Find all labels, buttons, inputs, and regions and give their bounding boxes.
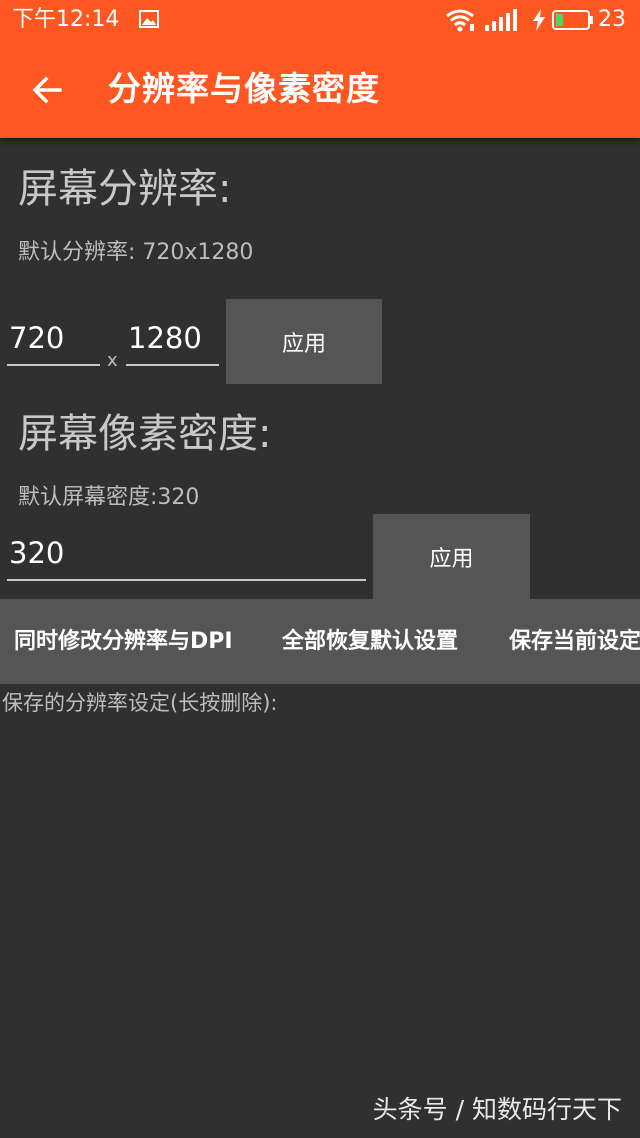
modify-both-button[interactable]: 同时修改分辨率与DPI bbox=[14, 599, 233, 684]
charging-bolt-icon bbox=[533, 9, 545, 31]
status-bar: 下午12:14 23 bbox=[0, 0, 640, 40]
watermark-text: 头条号 / 知数码行天下 bbox=[372, 1095, 622, 1124]
apply-density-button[interactable]: 应用 bbox=[373, 514, 530, 599]
width-input[interactable]: 720 bbox=[7, 316, 100, 366]
height-input[interactable]: 1280 bbox=[126, 316, 219, 366]
resolution-separator: x bbox=[107, 350, 118, 371]
signal-icon bbox=[485, 9, 517, 31]
default-resolution-hint: 默认分辨率: 720x1280 bbox=[18, 240, 254, 265]
density-section-title: 屏幕像素密度: bbox=[18, 411, 272, 457]
resolution-section-title: 屏幕分辨率: bbox=[18, 166, 232, 212]
page-title: 分辨率与像素密度 bbox=[108, 69, 380, 108]
saved-settings-label: 保存的分辨率设定(长按删除): bbox=[2, 691, 278, 715]
save-current-button[interactable]: 保存当前设定 bbox=[509, 599, 640, 684]
app-bar: 分辨率与像素密度 bbox=[0, 40, 640, 138]
apply-resolution-button[interactable]: 应用 bbox=[226, 299, 382, 384]
status-time: 下午12:14 bbox=[12, 7, 120, 32]
battery-level: 23 bbox=[598, 7, 626, 32]
battery-icon bbox=[552, 10, 593, 30]
top-bar: 下午12:14 23 分辨率与像素密度 bbox=[0, 0, 640, 138]
restore-defaults-button[interactable]: 全部恢复默认设置 bbox=[282, 599, 458, 684]
density-input[interactable]: 320 bbox=[7, 531, 366, 581]
default-density-hint: 默认屏幕密度:320 bbox=[18, 485, 200, 510]
back-arrow-icon[interactable] bbox=[30, 72, 66, 108]
image-icon bbox=[139, 10, 159, 28]
wifi-icon bbox=[446, 9, 474, 32]
action-strip: 同时修改分辨率与DPI 全部恢复默认设置 保存当前设定 bbox=[0, 599, 640, 684]
